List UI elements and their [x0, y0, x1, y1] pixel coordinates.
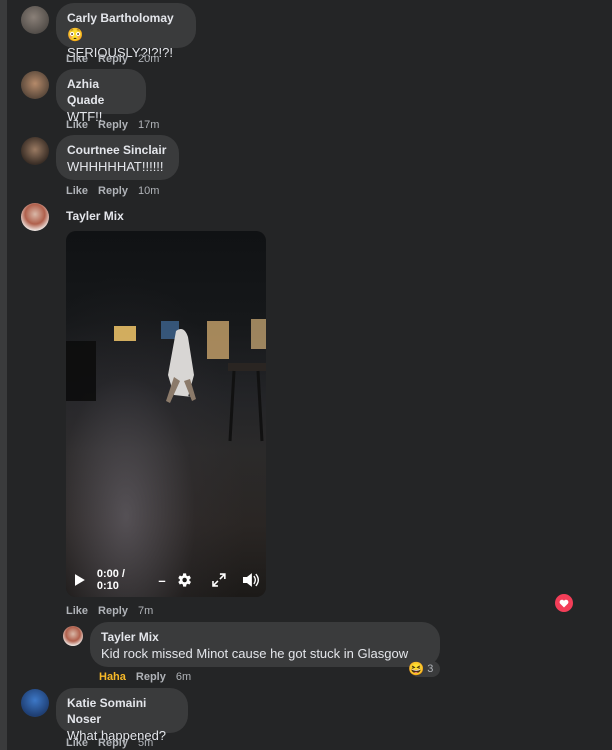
reply-button[interactable]: Reply — [98, 53, 128, 65]
comment-actions: Like Reply 17m — [66, 119, 169, 131]
timestamp[interactable]: 5m — [138, 737, 153, 749]
timestamp[interactable]: 6m — [176, 671, 191, 683]
video-scene — [66, 319, 266, 442]
progress-dash-icon[interactable]: – — [158, 573, 165, 588]
haha-reaction-button[interactable]: Haha — [99, 671, 126, 683]
comment-actions: Haha Reply 6m — [99, 671, 201, 683]
commenter-name[interactable]: Tayler Mix — [66, 209, 124, 223]
timestamp[interactable]: 7m — [138, 605, 153, 617]
reply-button[interactable]: Reply — [98, 737, 128, 749]
reply-button[interactable]: Reply — [98, 185, 128, 197]
play-icon[interactable] — [74, 573, 86, 587]
volume-icon[interactable] — [242, 572, 260, 588]
video-time: 0:00 / 0:10 — [96, 568, 125, 592]
avatar[interactable] — [21, 71, 49, 99]
like-button[interactable]: Like — [66, 737, 88, 749]
comment-actions: Like Reply 5m — [66, 737, 163, 749]
timestamp[interactable]: 20m — [138, 53, 159, 65]
reaction-summary[interactable]: 😆 3 — [408, 661, 440, 677]
left-scroll-rail — [0, 0, 7, 750]
commenter-name[interactable]: Courtnee Sinclair — [67, 142, 167, 158]
like-button[interactable]: Like — [66, 119, 88, 131]
commenter-name[interactable]: Tayler Mix — [101, 629, 428, 645]
comment-actions: Like Reply 7m — [66, 605, 163, 617]
reply-button[interactable]: Reply — [98, 119, 128, 131]
reply-button[interactable]: Reply — [98, 605, 128, 617]
avatar[interactable] — [21, 203, 49, 231]
reply-button[interactable]: Reply — [136, 671, 166, 683]
commenter-name[interactable]: Carly Bartholomay — [67, 10, 184, 26]
like-button[interactable]: Like — [66, 605, 88, 617]
commenter-name[interactable]: Katie Somaini Noser — [67, 695, 176, 727]
laughing-emoji-icon: 😆 — [408, 661, 425, 676]
comment-text: Kid rock missed Minot cause he got stuck… — [101, 646, 409, 661]
comment-bubble: Azhia Quade WTF!! — [56, 69, 146, 124]
comment-text: WHHHHHAT!!!!!! — [67, 159, 164, 174]
comment-actions: Like Reply 20m — [66, 53, 169, 65]
comment-bubble: Carly Bartholomay 😳 SERIOUSLY?!?!?! — [56, 3, 196, 60]
avatar[interactable] — [21, 137, 49, 165]
like-button[interactable]: Like — [66, 53, 88, 65]
timestamp[interactable]: 10m — [138, 185, 159, 197]
video-player[interactable]: 0:00 / 0:10 – — [66, 231, 266, 597]
avatar[interactable] — [63, 626, 83, 646]
avatar[interactable] — [21, 6, 49, 34]
comment-bubble: Courtnee Sinclair WHHHHHAT!!!!!! — [56, 135, 179, 180]
avatar[interactable] — [21, 689, 49, 717]
comment-bubble: Katie Somaini Noser What happened? — [56, 688, 188, 743]
fullscreen-icon[interactable] — [212, 573, 227, 587]
commenter-name[interactable]: Azhia Quade — [67, 76, 134, 108]
like-button[interactable]: Like — [66, 185, 88, 197]
reaction-count: 3 — [427, 663, 434, 675]
comment-actions: Like Reply 10m — [66, 185, 169, 197]
comment-bubble: Tayler Mix Kid rock missed Minot cause h… — [90, 622, 440, 667]
video-controls: 0:00 / 0:10 – — [66, 563, 266, 597]
gear-icon[interactable] — [175, 571, 193, 589]
flushed-emoji-icon: 😳 — [67, 27, 84, 42]
timestamp[interactable]: 17m — [138, 119, 159, 131]
love-reaction-icon[interactable] — [553, 592, 575, 614]
